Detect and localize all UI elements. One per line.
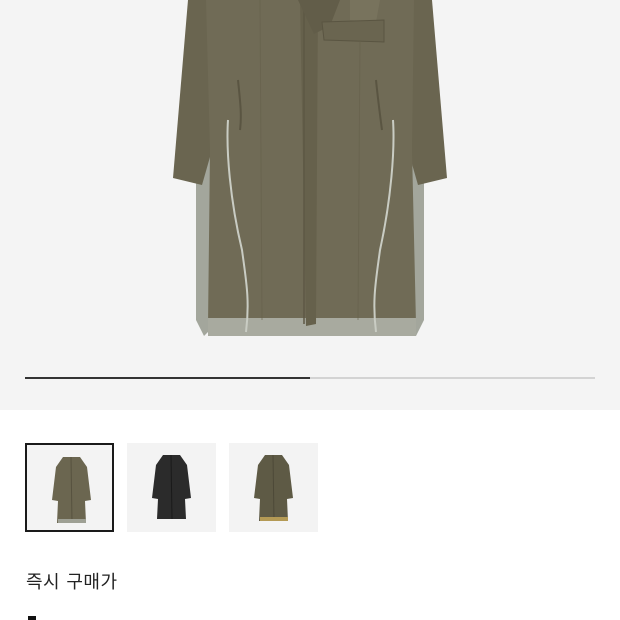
- instant-buy-price-label: 즉시 구매가: [26, 572, 118, 593]
- product-main-image: [173, 0, 447, 336]
- price-value: [26, 610, 36, 620]
- olive-coat-thumbnail-icon: [52, 456, 91, 524]
- gallery-progress-bar[interactable]: [25, 377, 595, 379]
- gallery-progress-fill: [25, 377, 310, 379]
- black-coat-thumbnail-icon: [152, 454, 191, 520]
- olive-coat-alt-thumbnail-icon: [254, 454, 293, 522]
- product-image-gallery[interactable]: [0, 0, 620, 410]
- thumbnail-3[interactable]: [229, 443, 318, 532]
- thumbnail-strip: [25, 443, 325, 533]
- thumbnail-1[interactable]: [25, 443, 114, 532]
- thumbnail-2[interactable]: [127, 443, 216, 532]
